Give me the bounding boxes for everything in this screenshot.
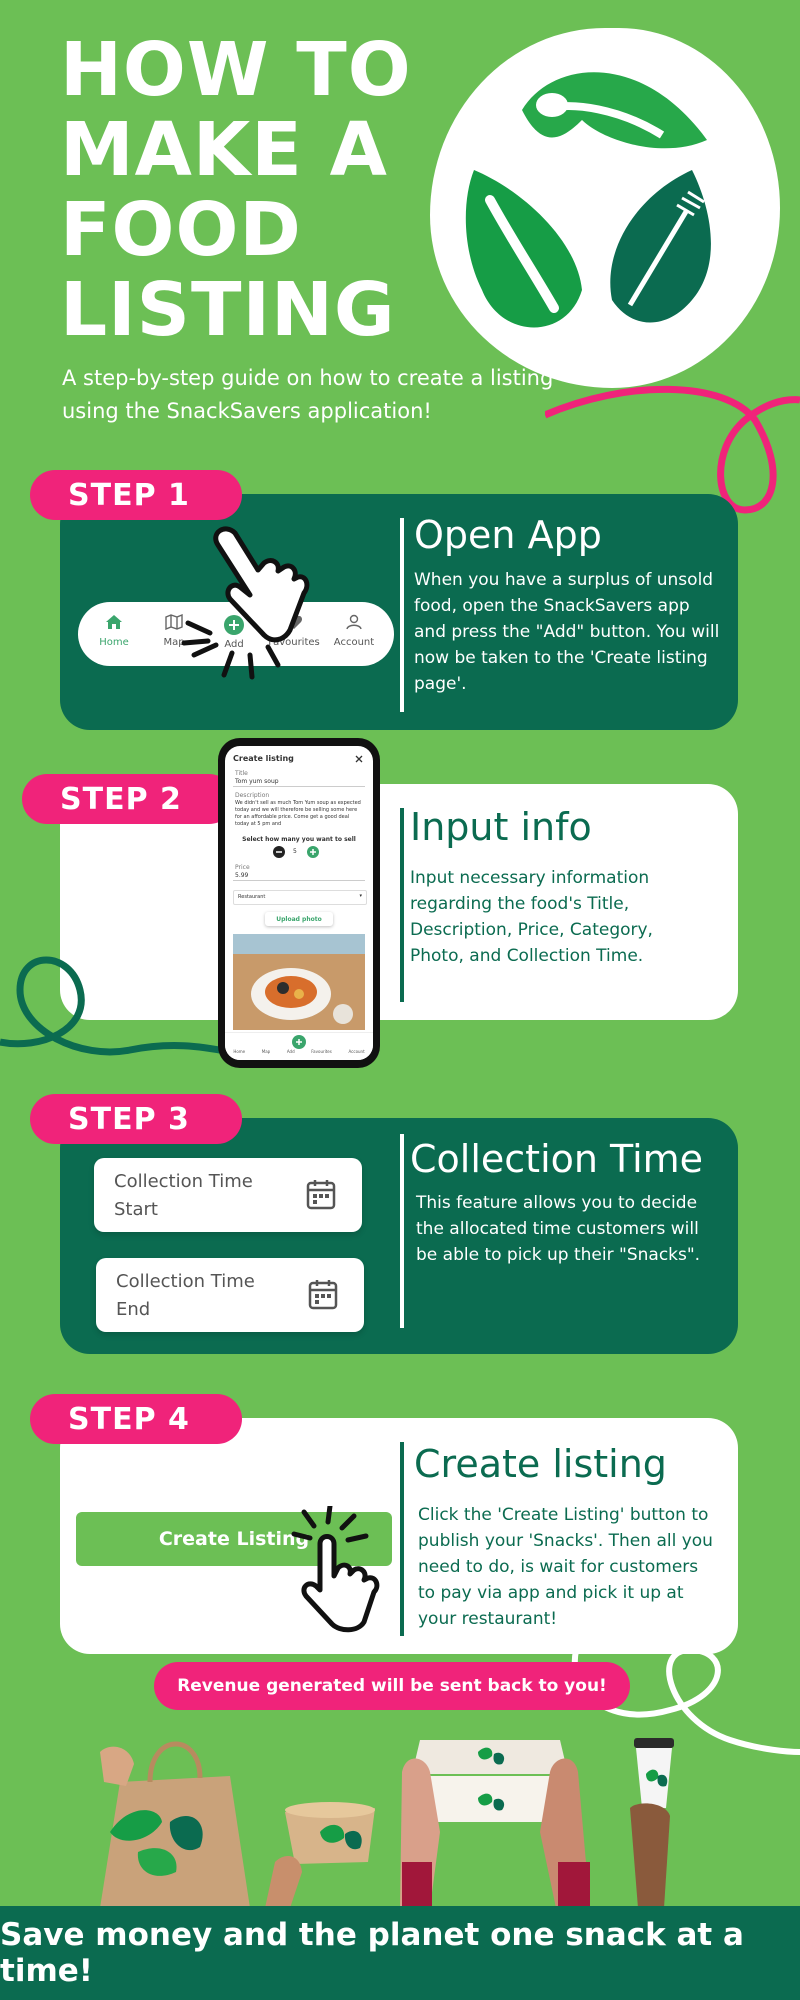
footer-banner: Save money and the planet one snack at a… xyxy=(0,1906,800,2000)
add-icon[interactable] xyxy=(292,1035,306,1049)
hand-pointer-icon xyxy=(291,1506,380,1633)
close-icon[interactable] xyxy=(355,755,363,763)
nav-home[interactable]: Home xyxy=(84,614,144,648)
step-divider xyxy=(400,808,404,1002)
calendar-icon[interactable] xyxy=(308,1278,338,1310)
step-3-heading: Collection Time xyxy=(410,1137,704,1181)
field-label: Collection Time Start xyxy=(114,1171,253,1220)
quantity-value: 5 xyxy=(293,848,297,855)
food-photo xyxy=(233,934,365,1030)
field-label: Title xyxy=(235,770,248,777)
title-line: LISTING xyxy=(60,267,396,353)
home-icon xyxy=(106,615,122,629)
quantity-label: Select how many you want to sell xyxy=(242,836,356,843)
collection-time-start-field[interactable]: Collection Time Start xyxy=(94,1158,362,1232)
field-label: Price xyxy=(235,864,250,871)
nav-account[interactable]: Account xyxy=(324,614,384,648)
category-value: Restaurant xyxy=(238,894,266,900)
chevron-down-icon: ▾ xyxy=(359,893,362,899)
field-label: Description xyxy=(235,792,270,799)
step-2-description: Input necessary information regarding th… xyxy=(410,868,653,966)
step-1-heading: Open App xyxy=(414,513,602,557)
step-divider xyxy=(400,518,404,712)
paper-bag-icon xyxy=(100,1741,250,1908)
calendar-icon[interactable] xyxy=(306,1178,336,1210)
nav-label: Home xyxy=(99,637,129,648)
phone-mockup: Create listing Title Tom yum soup Descri… xyxy=(218,738,380,1068)
title-line: MAKE A xyxy=(60,107,388,193)
step-divider xyxy=(400,1442,404,1636)
account-icon xyxy=(346,614,362,630)
price-field[interactable]: 5.99 xyxy=(235,872,248,879)
phone-nav-favourites[interactable]: Favourites xyxy=(311,1049,332,1054)
phone-screen: Create listing Title Tom yum soup Descri… xyxy=(225,746,373,1060)
step-1-pill: STEP 1 xyxy=(30,470,242,520)
collection-time-end-field[interactable]: Collection Time End xyxy=(96,1258,364,1332)
step-2-pill: STEP 2 xyxy=(22,774,234,824)
phone-nav-map[interactable]: Map xyxy=(262,1049,270,1054)
hand-pointer-icon xyxy=(181,526,310,680)
step-3-description: This feature allows you to decide the al… xyxy=(416,1193,701,1265)
upload-photo-button[interactable]: Upload photo xyxy=(265,912,333,926)
step-3-pill: STEP 3 xyxy=(30,1094,242,1144)
field-divider xyxy=(233,786,365,787)
food-cup-icon xyxy=(265,1802,375,1908)
category-select[interactable]: Restaurant ▾ xyxy=(233,890,367,905)
title-line: HOW TO xyxy=(60,27,412,113)
decor-loop-green xyxy=(0,956,230,1056)
title-line: FOOD xyxy=(60,187,302,273)
minus-icon[interactable] xyxy=(273,846,285,858)
page-subtitle: A step-by-step guide on how to create a … xyxy=(62,366,554,423)
title-field[interactable]: Tom yum soup xyxy=(235,778,279,785)
phone-nav-account[interactable]: Account xyxy=(349,1049,365,1054)
screen-title: Create listing xyxy=(233,754,294,763)
food-box-icon xyxy=(400,1740,590,1908)
field-label: Collection Time End xyxy=(116,1271,255,1320)
page-title: HOW TO MAKE A FOOD LISTING xyxy=(60,30,420,350)
step-divider xyxy=(400,1134,404,1328)
phone-nav-bar: Home Map Add Favourites Account xyxy=(225,1032,373,1060)
phone-nav-add[interactable]: Add xyxy=(287,1049,295,1054)
coffee-cup-icon xyxy=(630,1738,674,1908)
description-field[interactable]: We didn't sell as much Tom Yum soup as e… xyxy=(235,800,363,828)
nav-label: Account xyxy=(333,637,375,648)
hands-holding-products xyxy=(100,1738,674,1908)
step-4-description: Click the 'Create Listing' button to pub… xyxy=(418,1505,713,1629)
revenue-banner: Revenue generated will be sent back to y… xyxy=(154,1662,630,1710)
step-2-heading: Input info xyxy=(410,805,592,849)
phone-nav-home[interactable]: Home xyxy=(233,1049,245,1054)
step-4-pill: STEP 4 xyxy=(30,1394,242,1444)
plus-icon[interactable] xyxy=(307,846,319,858)
field-divider xyxy=(233,880,365,881)
leaf-logo-icon xyxy=(465,72,711,328)
step-4-heading: Create listing xyxy=(414,1442,667,1486)
step-1-description: When you have a surplus of unsold food, … xyxy=(414,570,720,694)
